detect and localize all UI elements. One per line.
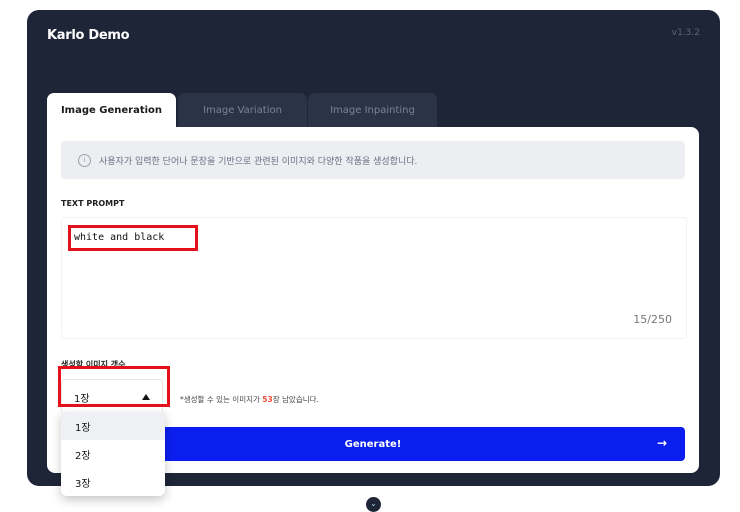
dropdown-option-2[interactable]: 2장 [61,440,165,468]
caret-up-icon [142,394,150,400]
arrow-right-icon: → [656,436,667,450]
image-count-dropdown: 1장 2장 3장 [61,412,165,496]
version-label: v1.3.2 [671,28,700,38]
char-count: 15/250 [633,313,672,326]
tab-image-variation[interactable]: Image Variation [178,93,307,127]
remaining-note: *생성할 수 있는 이미지가 53장 남았습니다. [180,394,319,405]
image-count-select[interactable]: 1장 [61,379,163,415]
image-count-label: 생성할 이미지 갯수 [61,360,126,369]
scroll-down-icon[interactable]: ⌄ [366,497,381,512]
generate-label: Generate! [344,438,402,450]
image-count-value: 1장 [74,393,90,405]
prompt-textarea[interactable]: white and black 15/250 [61,217,687,339]
remaining-note-suffix: 장 남았습니다. [272,395,319,404]
prompt-label: TEXT PROMPT [61,199,125,208]
tab-image-inpainting[interactable]: Image Inpainting [308,93,437,127]
prompt-text: white and black [74,232,165,243]
app-title: Karlo Demo [47,28,130,43]
info-banner: i 사용자가 입력한 단어나 문장을 기반으로 관련된 이미지와 다양한 작품을… [61,141,685,179]
tab-image-generation[interactable]: Image Generation [47,93,176,127]
remaining-count: 53 [262,395,273,404]
remaining-note-prefix: *생성할 수 있는 이미지가 [180,395,263,404]
dropdown-option-1[interactable]: 1장 [61,412,165,440]
dropdown-option-3[interactable]: 3장 [61,468,165,496]
info-icon: i [78,153,91,167]
info-text: 사용자가 입력한 단어나 문장을 기반으로 관련된 이미지와 다양한 작품을 생… [99,156,418,167]
